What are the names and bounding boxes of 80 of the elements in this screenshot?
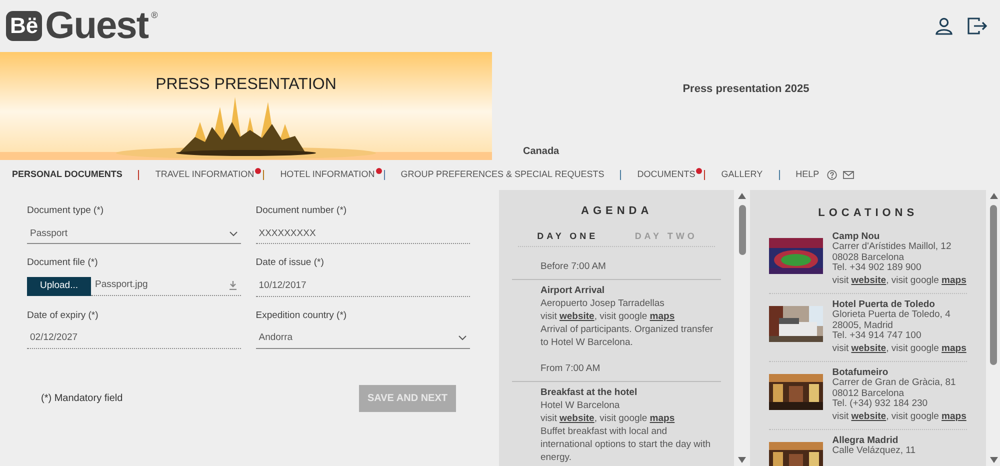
upload-button[interactable]: Upload... [27,276,91,296]
website-link[interactable]: website [559,311,594,322]
field-label: Document type (*) [27,204,105,218]
website-link[interactable]: website [559,413,594,424]
event-title: Press presentation 2025 [682,82,810,97]
address-line: Calle Velázquez, 11 [832,446,916,456]
link-line: visit website, visit google maps [832,274,966,286]
time-label: Before 7:00 AM [540,261,606,272]
field-label: Document file (*) [27,256,99,270]
field-label: Expedition country (*) [256,308,348,322]
registered-mark: ® [151,9,158,22]
event-description: Buffet breakfast with local and international options to start the day with energy. [540,425,712,464]
nav-tab[interactable]: HELP [796,168,820,182]
chevron-down-icon [228,230,238,237]
mandatory-note: (*) Mandatory field [41,392,123,406]
maps-link[interactable]: maps [650,413,675,424]
input-field[interactable]: 10/12/2017 [256,276,470,296]
nav-tab[interactable]: HOTEL INFORMATION [280,168,375,182]
location-name: Hotel Puerta de Toledo [832,300,936,310]
input-field[interactable]: XXXXXXXXX [256,224,470,244]
field-label: Date of issue (*) [256,256,325,270]
dropdown-field[interactable]: Andorra [256,328,470,349]
dropdown-field[interactable]: Passport [27,224,241,244]
address-line: Carrer de Gran de Gràcia, 81 [832,378,957,388]
scroll-up-icon[interactable] [990,193,998,199]
field-label: Document number (*) [256,204,348,218]
nav-tab[interactable]: GALLERY [721,168,763,182]
input-field[interactable]: 02/12/2027 [27,328,241,349]
user-icon[interactable] [935,17,953,35]
maps-link[interactable]: maps [650,311,675,322]
nav-tab[interactable]: TRAVEL INFORMATION [155,168,254,182]
event-title: Breakfast at the hotel [540,386,638,399]
address-line: 28005, Madrid [832,320,894,331]
locations-title: LOCATIONS [818,206,918,221]
location-name: Camp Nou [832,232,881,242]
banner-title: PRESS PRESENTATION [156,75,336,95]
scroll-down-icon[interactable] [990,457,998,463]
link-line: visit website, visit google maps [832,342,966,354]
website-link[interactable]: website [851,274,886,286]
time-label: From 7:00 AM [540,363,600,374]
website-link[interactable]: website [851,342,886,354]
link-line: visit website, visit google maps [832,410,966,422]
file-field[interactable]: Passport.jpg [91,276,241,296]
event-description: Arrival of participants. Organized transfer to Hotel W Barcelona. [540,323,714,349]
address-line: Tel. +34 902 189 900 [832,263,922,274]
logo-badge: Bë [6,11,42,41]
link-line: visit website, visit google maps [540,412,676,425]
address-line: 08012 Barcelona [832,388,906,399]
country-label: Canada [523,146,560,156]
event-title: Airport Arrival [540,284,606,297]
nav-tab[interactable]: DOCUMENTS [637,168,696,182]
address-line: Tel. +34 914 747 100 [832,331,922,342]
mail-icon[interactable] [843,171,854,179]
agenda-title: AGENDA [581,204,653,219]
location-name: Allegra Madrid [832,436,900,446]
nav-tab[interactable]: PERSONAL DOCUMENTS [12,168,122,182]
help-icon[interactable] [827,170,838,180]
field-label: Date of expiry (*) [27,308,100,322]
link-line: visit website, visit google maps [540,310,676,323]
address-line: Glorieta Puerta de Toledo, 4 [832,310,952,320]
location-name: Botafumeiro [832,368,890,378]
scroll-down-icon[interactable] [738,457,746,463]
maps-link[interactable]: maps [942,342,966,354]
address-line: 08028 Barcelona [832,252,906,263]
event-place: Aeropuerto Josep Tarradellas [540,297,666,310]
scroll-thumb[interactable] [738,205,746,255]
day-tab[interactable]: DAY ONE [518,230,617,243]
chevron-down-icon [458,335,466,342]
address-line: Tel. (+34) 932 184 230 [832,399,929,410]
address-line: Carrer d'Arístides Maillol, 12 [832,242,952,252]
logout-icon[interactable] [967,17,988,35]
scroll-thumb[interactable] [990,205,998,365]
maps-link[interactable]: maps [942,274,966,286]
nav-tab[interactable]: GROUP PREFERENCES & SPECIAL REQUESTS [400,168,604,182]
logo-text: Guest [45,7,148,45]
event-place: Hotel W Barcelona [540,399,621,412]
scroll-up-icon[interactable] [738,193,746,199]
website-link[interactable]: website [851,410,886,422]
maps-link[interactable]: maps [942,410,966,422]
download-icon[interactable] [228,281,237,290]
